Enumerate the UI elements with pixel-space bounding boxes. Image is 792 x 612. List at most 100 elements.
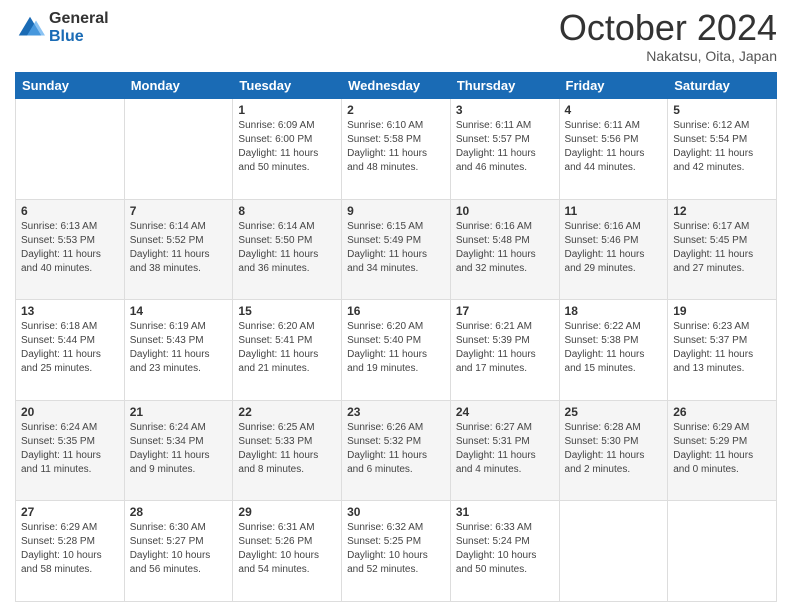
day-info: Sunrise: 6:17 AM Sunset: 5:45 PM Dayligh… [673, 220, 771, 276]
day-number: 27 [21, 505, 119, 519]
day-info: Sunrise: 6:28 AM Sunset: 5:30 PM Dayligh… [565, 421, 663, 477]
calendar-day-header: Sunday [16, 73, 125, 99]
calendar-cell: 4Sunrise: 6:11 AM Sunset: 5:56 PM Daylig… [559, 99, 668, 200]
day-info: Sunrise: 6:29 AM Sunset: 5:28 PM Dayligh… [21, 521, 119, 577]
subtitle: Nakatsu, Oita, Japan [559, 48, 777, 64]
day-info: Sunrise: 6:21 AM Sunset: 5:39 PM Dayligh… [456, 320, 554, 376]
calendar-cell [16, 99, 125, 200]
calendar-day-header: Tuesday [233, 73, 342, 99]
day-number: 2 [347, 103, 445, 117]
day-info: Sunrise: 6:16 AM Sunset: 5:46 PM Dayligh… [565, 220, 663, 276]
calendar-cell: 19 Sunrise: 6:23 AM Sunset: 5:37 PM Dayli… [668, 300, 777, 401]
calendar-week-row: 6 Sunrise: 6:13 AM Sunset: 5:53 PM Daylig… [16, 199, 777, 300]
calendar-cell: 16 Sunrise: 6:20 AM Sunset: 5:40 PM Dayli… [342, 300, 451, 401]
day-number: 18 [565, 304, 663, 318]
calendar-cell: 24 Sunrise: 6:27 AM Sunset: 5:31 PM Dayli… [450, 400, 559, 501]
logo-blue: Blue [49, 28, 109, 46]
day-info: Sunrise: 6:11 AM Sunset: 5:56 PM Dayligh… [565, 119, 663, 175]
calendar-week-row: 20 Sunrise: 6:24 AM Sunset: 5:35 PM Dayli… [16, 400, 777, 501]
day-info: Sunrise: 6:24 AM Sunset: 5:34 PM Dayligh… [130, 421, 228, 477]
calendar-cell: 2 Sunrise: 6:10 AM Sunset: 5:58 PM Daylig… [342, 99, 451, 200]
calendar-table: SundayMondayTuesdayWednesdayThursdayFrid… [15, 72, 777, 602]
day-number: 24 [456, 405, 554, 419]
calendar-cell: 21 Sunrise: 6:24 AM Sunset: 5:34 PM Dayli… [124, 400, 233, 501]
calendar-cell: 30Sunrise: 6:32 AM Sunset: 5:25 PM Dayli… [342, 501, 451, 602]
calendar-cell: 14 Sunrise: 6:19 AM Sunset: 5:43 PM Dayli… [124, 300, 233, 401]
day-number: 6 [21, 204, 119, 218]
day-number: 5 [673, 103, 771, 117]
day-number: 19 [673, 304, 771, 318]
calendar-day-header: Saturday [668, 73, 777, 99]
calendar-week-row: 27 Sunrise: 6:29 AM Sunset: 5:28 PM Dayli… [16, 501, 777, 602]
page: General Blue October 2024 Nakatsu, Oita,… [0, 0, 792, 612]
calendar-cell: 9 Sunrise: 6:15 AM Sunset: 5:49 PM Daylig… [342, 199, 451, 300]
day-number: 13 [21, 304, 119, 318]
day-info: Sunrise: 6:24 AM Sunset: 5:35 PM Dayligh… [21, 421, 119, 477]
day-number: 21 [130, 405, 228, 419]
main-title: October 2024 [559, 10, 777, 46]
title-block: October 2024 Nakatsu, Oita, Japan [559, 10, 777, 64]
day-info: Sunrise: 6:23 AM Sunset: 5:37 PM Dayligh… [673, 320, 771, 376]
calendar-cell: 18Sunrise: 6:22 AM Sunset: 5:38 PM Dayli… [559, 300, 668, 401]
day-number: 3 [456, 103, 554, 117]
day-info: Sunrise: 6:14 AM Sunset: 5:52 PM Dayligh… [130, 220, 228, 276]
calendar-cell: 25Sunrise: 6:28 AM Sunset: 5:30 PM Dayli… [559, 400, 668, 501]
day-number: 11 [565, 204, 663, 218]
calendar-cell: 11 Sunrise: 6:16 AM Sunset: 5:46 PM Dayli… [559, 199, 668, 300]
day-info: Sunrise: 6:09 AM Sunset: 6:00 PM Dayligh… [238, 119, 336, 175]
calendar-day-header: Thursday [450, 73, 559, 99]
calendar-day-header: Wednesday [342, 73, 451, 99]
calendar-cell: 29Sunrise: 6:31 AM Sunset: 5:26 PM Dayli… [233, 501, 342, 602]
calendar-cell [668, 501, 777, 602]
day-info: Sunrise: 6:26 AM Sunset: 5:32 PM Dayligh… [347, 421, 445, 477]
day-info: Sunrise: 6:12 AM Sunset: 5:54 PM Dayligh… [673, 119, 771, 175]
header: General Blue October 2024 Nakatsu, Oita,… [15, 10, 777, 64]
logo-general: General [49, 10, 109, 28]
day-info: Sunrise: 6:15 AM Sunset: 5:49 PM Dayligh… [347, 220, 445, 276]
day-info: Sunrise: 6:20 AM Sunset: 5:40 PM Dayligh… [347, 320, 445, 376]
day-number: 10 [456, 204, 554, 218]
day-number: 29 [238, 505, 336, 519]
calendar-cell: 20 Sunrise: 6:24 AM Sunset: 5:35 PM Dayli… [16, 400, 125, 501]
day-number: 26 [673, 405, 771, 419]
calendar-cell: 26 Sunrise: 6:29 AM Sunset: 5:29 PM Dayli… [668, 400, 777, 501]
day-info: Sunrise: 6:13 AM Sunset: 5:53 PM Dayligh… [21, 220, 119, 276]
day-info: Sunrise: 6:27 AM Sunset: 5:31 PM Dayligh… [456, 421, 554, 477]
calendar-cell: 31Sunrise: 6:33 AM Sunset: 5:24 PM Dayli… [450, 501, 559, 602]
calendar-week-row: 13 Sunrise: 6:18 AM Sunset: 5:44 PM Dayli… [16, 300, 777, 401]
day-number: 8 [238, 204, 336, 218]
calendar-cell: 15Sunrise: 6:20 AM Sunset: 5:41 PM Dayli… [233, 300, 342, 401]
day-number: 12 [673, 204, 771, 218]
day-info: Sunrise: 6:20 AM Sunset: 5:41 PM Dayligh… [238, 320, 336, 376]
day-info: Sunrise: 6:10 AM Sunset: 5:58 PM Dayligh… [347, 119, 445, 175]
calendar-cell: 1Sunrise: 6:09 AM Sunset: 6:00 PM Daylig… [233, 99, 342, 200]
day-info: Sunrise: 6:16 AM Sunset: 5:48 PM Dayligh… [456, 220, 554, 276]
calendar-week-row: 1Sunrise: 6:09 AM Sunset: 6:00 PM Daylig… [16, 99, 777, 200]
day-info: Sunrise: 6:11 AM Sunset: 5:57 PM Dayligh… [456, 119, 554, 175]
day-info: Sunrise: 6:30 AM Sunset: 5:27 PM Dayligh… [130, 521, 228, 577]
logo-text: General Blue [49, 10, 109, 45]
calendar-cell: 13 Sunrise: 6:18 AM Sunset: 5:44 PM Dayli… [16, 300, 125, 401]
calendar-cell: 12 Sunrise: 6:17 AM Sunset: 5:45 PM Dayli… [668, 199, 777, 300]
calendar-header-row: SundayMondayTuesdayWednesdayThursdayFrid… [16, 73, 777, 99]
day-number: 16 [347, 304, 445, 318]
day-number: 20 [21, 405, 119, 419]
logo: General Blue [15, 10, 109, 45]
day-number: 23 [347, 405, 445, 419]
day-number: 7 [130, 204, 228, 218]
calendar-cell: 17 Sunrise: 6:21 AM Sunset: 5:39 PM Dayli… [450, 300, 559, 401]
day-number: 14 [130, 304, 228, 318]
calendar-cell [124, 99, 233, 200]
day-info: Sunrise: 6:14 AM Sunset: 5:50 PM Dayligh… [238, 220, 336, 276]
calendar-day-header: Monday [124, 73, 233, 99]
day-info: Sunrise: 6:18 AM Sunset: 5:44 PM Dayligh… [21, 320, 119, 376]
calendar-cell: 7 Sunrise: 6:14 AM Sunset: 5:52 PM Daylig… [124, 199, 233, 300]
day-info: Sunrise: 6:29 AM Sunset: 5:29 PM Dayligh… [673, 421, 771, 477]
day-number: 17 [456, 304, 554, 318]
calendar-cell: 27 Sunrise: 6:29 AM Sunset: 5:28 PM Dayli… [16, 501, 125, 602]
day-info: Sunrise: 6:19 AM Sunset: 5:43 PM Dayligh… [130, 320, 228, 376]
day-number: 9 [347, 204, 445, 218]
day-info: Sunrise: 6:25 AM Sunset: 5:33 PM Dayligh… [238, 421, 336, 477]
logo-icon [15, 13, 45, 43]
calendar-cell: 5 Sunrise: 6:12 AM Sunset: 5:54 PM Daylig… [668, 99, 777, 200]
